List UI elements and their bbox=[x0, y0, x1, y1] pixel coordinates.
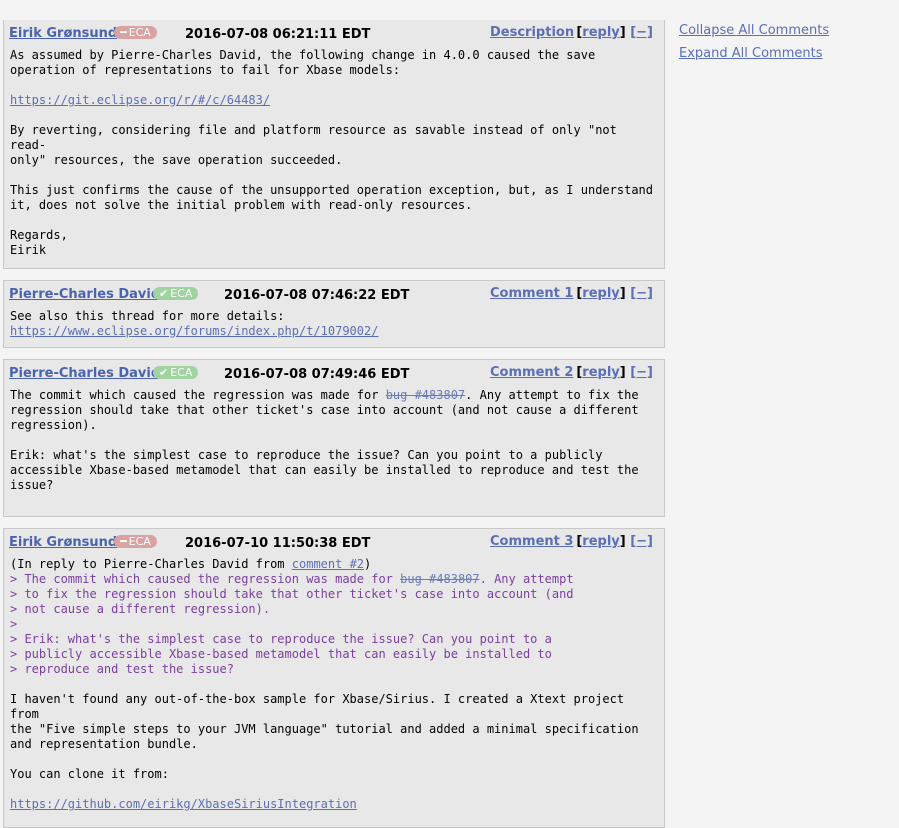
collapse-comment-link[interactable]: [−] bbox=[630, 25, 653, 40]
comment-actions: [reply] [−] bbox=[576, 25, 653, 40]
comment-actions: [reply] [−] bbox=[576, 286, 653, 301]
forum-link[interactable]: https://www.eclipse.org/forums/index.php… bbox=[10, 324, 378, 338]
reply-link[interactable]: reply bbox=[582, 25, 619, 40]
comment-3: Eirik Grønsund ━ ECA 2016-07-10 11:50:38 … bbox=[3, 528, 665, 828]
github-link[interactable]: https://github.com/eirikg/XbaseSiriusInt… bbox=[10, 797, 357, 811]
comment-header: Pierre-Charles David ✔ ECA 2016-07-08 07:… bbox=[4, 360, 664, 386]
comment-header: Pierre-Charles David ✔ ECA 2016-07-08 07:… bbox=[4, 281, 664, 307]
bug-link[interactable]: bug #483807 bbox=[386, 388, 465, 402]
comment-number-link[interactable]: Description bbox=[490, 25, 574, 40]
comment-author-link[interactable]: Pierre-Charles David bbox=[9, 366, 160, 381]
collapse-comment-link[interactable]: [−] bbox=[630, 365, 653, 380]
collapse-all-comments-link[interactable]: Collapse All Comments bbox=[679, 19, 829, 42]
comment-actions: [reply] [−] bbox=[576, 534, 653, 549]
comment-author-link[interactable]: Eirik Grønsund bbox=[9, 26, 117, 41]
comment-number-link[interactable]: Comment 2 bbox=[490, 365, 573, 380]
comment-1: Pierre-Charles David ✔ ECA 2016-07-08 07:… bbox=[3, 280, 665, 348]
gerrit-link[interactable]: https://git.eclipse.org/r/#/c/64483/ bbox=[10, 93, 270, 107]
comment-datetime: 2016-07-10 11:50:38 EDT bbox=[185, 536, 371, 551]
comment-header: Eirik Grønsund ━ ECA 2016-07-10 11:50:38 … bbox=[4, 529, 664, 555]
sidebar-links: Collapse All Comments Expand All Comment… bbox=[679, 19, 829, 65]
reply-link[interactable]: reply bbox=[582, 534, 619, 549]
comment-datetime: 2016-07-08 07:46:22 EDT bbox=[224, 288, 410, 303]
comment-description: Eirik Grønsund ━ ECA 2016-07-08 06:21:11 … bbox=[3, 20, 665, 269]
comment-author-link[interactable]: Pierre-Charles David bbox=[9, 287, 160, 302]
comment-2: Pierre-Charles David ✔ ECA 2016-07-08 07:… bbox=[3, 359, 665, 517]
eca-badge: ━ ECA bbox=[114, 26, 157, 39]
comment-body: As assumed by Pierre-Charles David, the … bbox=[10, 48, 653, 257]
comment-reference-link[interactable]: comment #2 bbox=[292, 557, 364, 571]
comment-header: Eirik Grønsund ━ ECA 2016-07-08 06:21:11 … bbox=[4, 20, 664, 46]
eca-badge: ✔ ECA bbox=[153, 287, 199, 300]
eca-badge: ✔ ECA bbox=[153, 366, 199, 379]
minus-circle-icon: ━ bbox=[120, 535, 127, 548]
comment-body: The commit which caused the regression w… bbox=[10, 388, 639, 492]
collapse-comment-link[interactable]: [−] bbox=[630, 286, 653, 301]
comment-body: See also this thread for more details: h… bbox=[10, 309, 379, 338]
check-icon: ✔ bbox=[159, 366, 169, 379]
reply-link[interactable]: reply bbox=[582, 365, 619, 380]
comment-actions: [reply] [−] bbox=[576, 365, 653, 380]
check-icon: ✔ bbox=[159, 287, 169, 300]
bug-link[interactable]: bug #483807 bbox=[400, 572, 479, 586]
reply-link[interactable]: reply bbox=[582, 286, 619, 301]
expand-all-comments-link[interactable]: Expand All Comments bbox=[679, 42, 829, 65]
comment-datetime: 2016-07-08 06:21:11 EDT bbox=[185, 27, 371, 42]
comment-author-link[interactable]: Eirik Grønsund bbox=[9, 535, 117, 550]
comment-number-link[interactable]: Comment 3 bbox=[490, 534, 573, 549]
minus-circle-icon: ━ bbox=[120, 26, 127, 39]
quoted-text: > The commit which caused the regression… bbox=[10, 572, 574, 676]
eca-badge: ━ ECA bbox=[114, 535, 157, 548]
comment-body: (In reply to Pierre-Charles David from c… bbox=[10, 557, 639, 811]
collapse-comment-link[interactable]: [−] bbox=[630, 534, 653, 549]
comment-datetime: 2016-07-08 07:49:46 EDT bbox=[224, 367, 410, 382]
comment-number-link[interactable]: Comment 1 bbox=[490, 286, 573, 301]
